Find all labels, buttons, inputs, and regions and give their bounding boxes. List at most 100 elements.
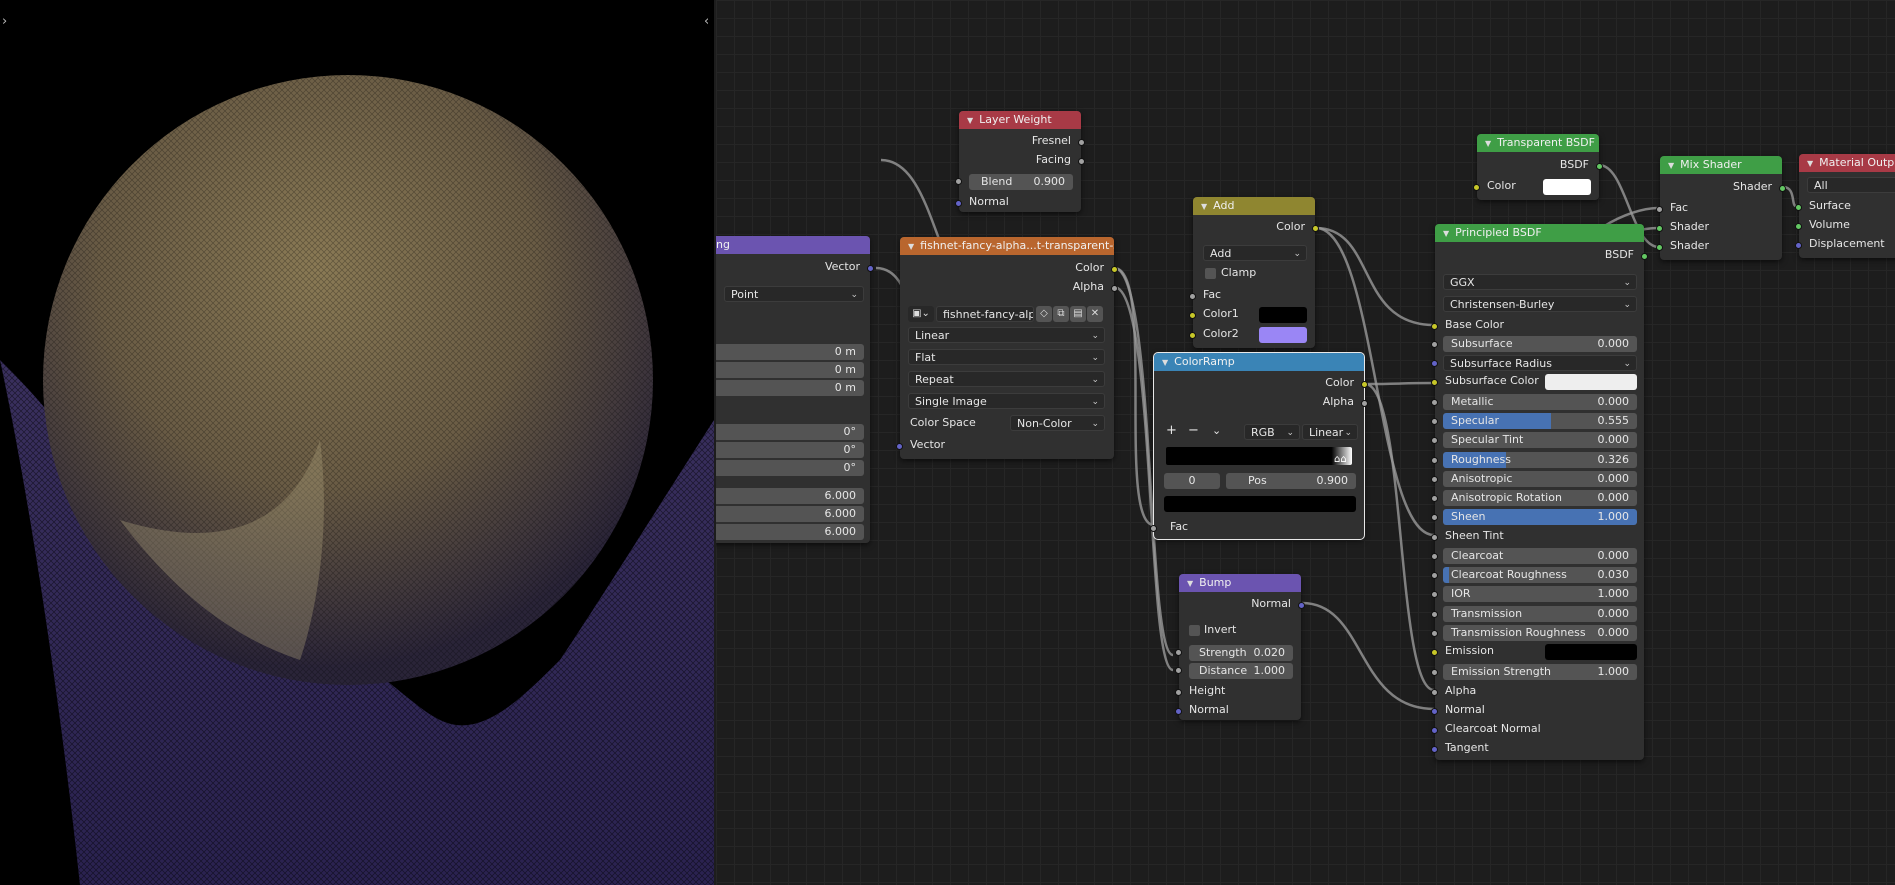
scale-y-field[interactable]: 6.000 [716,506,864,522]
clearcoat-field[interactable]: Clearcoat 0.000 [1443,548,1637,564]
shader-node-editor[interactable]: ng Vector Point ⌄ c 0 m 0 m 0 m : 0° 0° 0… [716,0,1895,885]
principled-bsdf-out-socket[interactable] [1641,253,1648,260]
collapse-triangle-icon[interactable]: ▼ [967,116,973,125]
principled-bsdf-header[interactable]: ▼ Principled BSDF [1435,224,1644,242]
principled-bsdf-node[interactable]: ▼ Principled BSDF BSDF GGX ⌄ Christensen-B… [1431,224,1648,760]
invert-checkbox[interactable] [1189,625,1200,636]
color1-swatch[interactable] [1259,307,1307,323]
transparent-color-socket[interactable] [1473,184,1480,191]
color2-swatch[interactable] [1259,327,1307,343]
mix-shader2-socket[interactable] [1656,244,1663,251]
collapse-triangle-icon[interactable]: ▼ [1443,229,1449,238]
colorramp-header[interactable]: ▼ ColorRamp [1154,353,1364,371]
unlink-image-close-icon[interactable]: ✕ [1087,306,1103,322]
blend-socket[interactable] [955,178,962,185]
mix-shader1-socket[interactable] [1656,225,1663,232]
base-color-socket[interactable] [1431,323,1438,330]
specular-socket[interactable] [1431,418,1438,425]
mapping-vector-socket[interactable] [867,265,874,272]
emission-swatch[interactable] [1545,644,1637,660]
color1-socket[interactable] [1189,312,1196,319]
subsurface-radius-dropdown[interactable]: Subsurface Radius ⌄ [1443,355,1637,371]
subsurface-color-swatch[interactable] [1545,374,1637,390]
layer-weight-normal-socket[interactable] [955,200,962,207]
scale-x-field[interactable]: 6.000 [716,488,864,504]
transmission-field[interactable]: Transmission 0.000 [1443,606,1637,622]
output-volume-socket[interactable] [1795,223,1802,230]
distance-field[interactable]: Distance 1.000 [1189,663,1293,679]
emission-strength-socket[interactable] [1431,669,1438,676]
anisotropic-rotation-socket[interactable] [1431,495,1438,502]
ior-socket[interactable] [1431,591,1438,598]
subsurface-socket[interactable] [1431,341,1438,348]
bump-normal-out-socket[interactable] [1298,602,1305,609]
clearcoat-roughness-field[interactable]: Clearcoat Roughness 0.030 [1443,567,1637,583]
add-header[interactable]: ▼ Add [1193,197,1315,215]
collapse-triangle-icon[interactable]: ▼ [1668,161,1674,170]
color2-socket[interactable] [1189,332,1196,339]
bump-normal-in-socket[interactable] [1175,708,1182,715]
collapse-triangle-icon[interactable]: ▼ [1187,579,1193,588]
collapse-triangle-icon[interactable]: ▼ [1485,139,1491,148]
clearcoat-roughness-socket[interactable] [1431,572,1438,579]
ramp-color-socket[interactable] [1361,381,1368,388]
emission-strength-field[interactable]: Emission Strength 1.000 [1443,664,1637,680]
bump-header[interactable]: ▼ Bump [1179,574,1301,592]
rotation-x-field[interactable]: 0° [716,424,864,440]
facing-socket[interactable] [1078,158,1085,165]
fake-user-shield-icon[interactable]: ◇ [1036,306,1052,322]
rotation-z-field[interactable]: 0° [716,460,864,476]
transparent-bsdf-socket[interactable] [1596,163,1603,170]
distribution-dropdown[interactable]: GGX ⌄ [1443,274,1637,290]
location-x-field[interactable]: 0 m [716,344,864,360]
sheen-field[interactable]: Sheen 1.000 [1443,509,1637,525]
specular-tint-socket[interactable] [1431,437,1438,444]
metallic-field[interactable]: Metallic 0.000 [1443,394,1637,410]
ramp-stop-index-field[interactable]: 0 [1164,473,1220,489]
colorramp-node[interactable]: ▼ ColorRamp Color Alpha + − ⌄ RGB ⌄ Linear… [1150,352,1368,540]
collapse-triangle-icon[interactable]: ▼ [908,242,914,251]
clamp-checkbox[interactable] [1205,268,1216,279]
metallic-socket[interactable] [1431,399,1438,406]
ior-field[interactable]: IOR 1.000 [1443,586,1637,602]
ramp-alpha-socket[interactable] [1361,400,1368,407]
ramp-mode-dropdown[interactable]: RGB ⌄ [1244,424,1300,440]
blend-type-dropdown[interactable]: Add ⌄ [1203,245,1307,261]
interpolation-dropdown[interactable]: Linear ⌄ [908,327,1105,343]
collapse-triangle-icon[interactable]: ▼ [1162,358,1168,367]
height-socket[interactable] [1175,689,1182,696]
image-browse-icon[interactable]: ▣⌄ [908,306,934,322]
image-texture-node[interactable]: ▼ fishnet-fancy-alpha...t-transparent-sea… [896,237,1118,459]
anisotropic-field[interactable]: Anisotropic 0.000 [1443,471,1637,487]
blend-field[interactable]: Blend 0.900 [969,174,1073,190]
mix-shader-node[interactable]: ▼ Mix Shader Shader Fac Shader Shader [1656,156,1786,260]
transparent-bsdf-node[interactable]: ▼ Transparent BSDF BSDF Color [1473,134,1603,200]
collapse-triangle-icon[interactable]: ▼ [1807,159,1813,168]
roughness-socket[interactable] [1431,457,1438,464]
image-file-field[interactable]: fishnet-fancy-alp... [936,306,1034,322]
mix-shader-header[interactable]: ▼ Mix Shader [1660,156,1782,174]
layer-weight-node[interactable]: ▼ Layer Weight Fresnel Facing Blend 0.900 … [955,111,1085,212]
location-y-field[interactable]: 0 m [716,362,864,378]
mix-fac-socket[interactable] [1656,206,1663,213]
bump-node[interactable]: ▼ Bump Normal Invert Strength 0.020 Distan… [1175,574,1305,720]
fresnel-socket[interactable] [1078,139,1085,146]
source-dropdown[interactable]: Single Image ⌄ [908,393,1105,409]
output-displacement-socket[interactable] [1795,242,1802,249]
add-color-socket[interactable] [1312,225,1319,232]
scale-z-field[interactable]: 6.000 [716,524,864,540]
transparent-color-swatch[interactable] [1543,179,1591,195]
collapse-triangle-icon[interactable]: ▼ [1201,202,1207,211]
color-space-dropdown[interactable]: Non-Color ⌄ [1010,415,1105,431]
add-fac-socket[interactable] [1189,293,1196,300]
subsurface-field[interactable]: Subsurface 0.000 [1443,336,1637,352]
clearcoat-socket[interactable] [1431,553,1438,560]
sheen-socket[interactable] [1431,514,1438,521]
specular-field[interactable]: Specular 0.555 [1443,413,1637,429]
image-color-socket[interactable] [1111,266,1118,273]
mix-shader-out-socket[interactable] [1779,185,1786,192]
ramp-interp-dropdown[interactable]: Linear ⌄ [1302,424,1358,440]
transmission-socket[interactable] [1431,611,1438,618]
ramp-fac-socket[interactable] [1150,525,1157,532]
specular-tint-field[interactable]: Specular Tint 0.000 [1443,432,1637,448]
